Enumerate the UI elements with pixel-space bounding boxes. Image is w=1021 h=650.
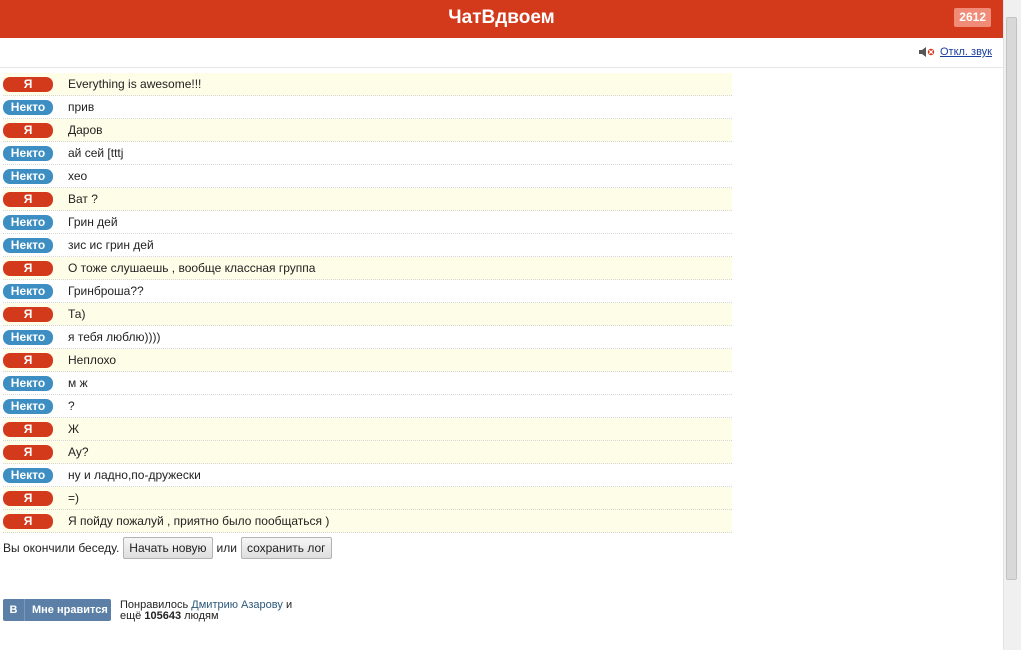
cut-off-footer-text — [3, 644, 303, 650]
sender-badge-me: Я — [3, 306, 53, 322]
message-text: =) — [68, 491, 80, 505]
start-new-chat-button[interactable]: Начать новую — [123, 537, 213, 559]
message-text: Грин дей — [68, 215, 118, 229]
like-count: 105643 — [144, 610, 182, 622]
message-text: прив — [68, 100, 95, 114]
page-scrollbar[interactable] — [1003, 0, 1021, 650]
chat-message-row: Некто хео — [3, 165, 732, 188]
chat-message-row: ЯЖ — [3, 418, 732, 441]
people-label: людям — [184, 610, 219, 622]
message-text: Everything is awesome!!! — [68, 77, 202, 91]
vk-like-widget: B Мне нравится Понравилось Дмитрию Азаро… — [3, 599, 292, 622]
vk-like-button[interactable]: B Мне нравится — [3, 599, 111, 621]
sender-badge-me: Я — [3, 260, 53, 276]
message-text: Ват ? — [68, 192, 98, 206]
sound-toggle[interactable]: Откл. звук — [918, 46, 992, 58]
sender-badge-stranger: Некто — [3, 214, 53, 230]
chat-message-row: Некто ай сей [tttj — [3, 142, 732, 165]
sender-badge-stranger: Некто — [3, 168, 53, 184]
mute-sound-link[interactable]: Откл. звук — [940, 46, 992, 58]
like-summary: Понравилось Дмитрию Азарову и ещё 105643… — [120, 599, 292, 622]
sender-badge-me: Я — [3, 444, 53, 460]
chat-message-row: Я Ват ? — [3, 188, 732, 211]
sender-badge-stranger: Некто — [3, 145, 53, 161]
speaker-muted-icon — [918, 47, 935, 57]
sender-badge-me: Я — [3, 352, 53, 368]
online-counter-badge: 2612 — [954, 8, 991, 27]
chat-message-row: Некто ну и ладно,по-дружески — [3, 464, 732, 487]
conversation-ended-bar: Вы окончили беседу. Начать новую или сох… — [3, 537, 332, 559]
sender-badge-stranger: Некто — [3, 467, 53, 483]
chat-message-row: Я Everything is awesome!!! — [3, 73, 732, 96]
sender-badge-stranger: Некто — [3, 99, 53, 115]
sender-badge-stranger: Некто — [3, 237, 53, 253]
message-text: Я пойду пожалуй , приятно было пообщатьс… — [68, 514, 330, 528]
sender-badge-me: Я — [3, 421, 53, 437]
save-log-button[interactable]: сохранить лог — [240, 537, 332, 559]
message-text: ну и ладно,по-дружески — [68, 468, 201, 482]
sender-badge-me: Я — [3, 490, 53, 506]
chat-message-row: Я Я пойду пожалуй , приятно было пообщать… — [3, 510, 732, 533]
chat-message-row: Я Даров — [3, 119, 732, 142]
chat-message-row: Некто прив — [3, 96, 732, 119]
chat-message-row: Некто? — [3, 395, 732, 418]
sender-badge-stranger: Некто — [3, 283, 53, 299]
sender-badge-me: Я — [3, 122, 53, 138]
or-text: или — [216, 541, 237, 555]
sender-badge-stranger: Некто — [3, 375, 53, 391]
app-title: ЧатВдвоем — [448, 7, 555, 28]
liked-and: и — [285, 599, 293, 611]
message-text: Гринброша?? — [68, 284, 144, 298]
header-bar: ЧатВдвоем 2612 — [0, 0, 1003, 38]
message-text: Ау? — [68, 445, 89, 459]
scrollbar-thumb[interactable] — [1006, 17, 1017, 580]
chat-message-row: Некто зис ис грин дей — [3, 234, 732, 257]
chat-message-row: Некто Гринброша?? — [3, 280, 732, 303]
sender-badge-me: Я — [3, 513, 53, 529]
message-text: зис ис грин дей — [68, 238, 154, 252]
chat-message-row: Некто я тебя люблю)))) — [3, 326, 732, 349]
chat-message-row: Я Ау? — [3, 441, 732, 464]
message-text: Неплохо — [68, 353, 117, 367]
message-text: Та) — [68, 307, 86, 321]
chat-log: Я Everything is awesome!!! Некто прив Я Даров… — [3, 73, 732, 533]
sound-bar: Откл. звук — [0, 38, 1003, 68]
message-text: ай сей [tttj — [68, 146, 124, 160]
sender-badge-me: Я — [3, 191, 53, 207]
vk-logo-icon: B — [3, 599, 25, 621]
more-prefix: ещё — [120, 610, 142, 622]
chat-message-row: Я =) — [3, 487, 732, 510]
vk-like-label: Мне нравится — [32, 604, 108, 616]
chat-message-row: Некто Грин дей — [3, 211, 732, 234]
message-text: Даров — [68, 123, 103, 137]
sender-badge-stranger: Некто — [3, 398, 53, 414]
message-text: хео — [68, 169, 88, 183]
message-text: м ж — [68, 376, 88, 390]
sender-badge-me: Я — [3, 76, 53, 92]
message-text: О тоже слушаешь , вообще классная группа — [68, 261, 316, 275]
message-text: Ж — [68, 422, 80, 436]
chat-message-row: Я О тоже слушаешь , вообще классная групп… — [3, 257, 732, 280]
chat-message-row: Я Та) — [3, 303, 732, 326]
sender-badge-stranger: Некто — [3, 329, 53, 345]
page: ЧатВдвоем 2612 Откл. звук Я Everything is… — [0, 0, 1003, 650]
message-text: ? — [68, 399, 75, 413]
chat-message-row: Некто м ж — [3, 372, 732, 395]
chat-message-row: Я Неплохо — [3, 349, 732, 372]
message-text: я тебя люблю)))) — [68, 330, 161, 344]
conversation-ended-text: Вы окончили беседу. — [3, 541, 120, 555]
